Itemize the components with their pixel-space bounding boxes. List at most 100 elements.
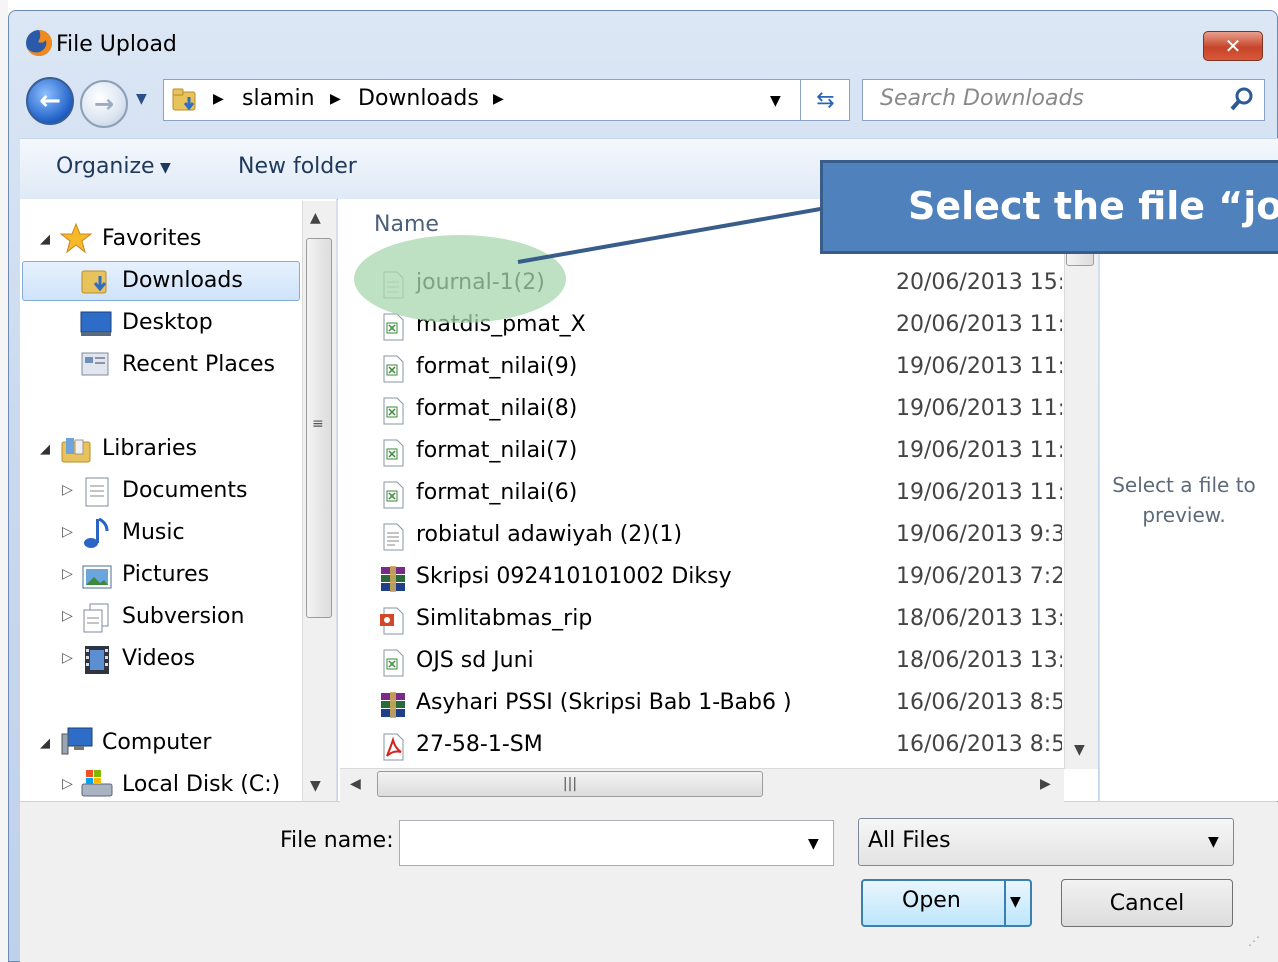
breadcrumb-separator[interactable]: ▶	[213, 91, 224, 107]
file-row-name[interactable]: format_nilai(6)	[416, 480, 577, 505]
chevron-down-icon[interactable]: ▼	[160, 160, 171, 176]
recent-places-icon	[81, 352, 109, 376]
file-row-name[interactable]: format_nilai(9)	[416, 354, 577, 379]
back-arrow-icon: ←	[39, 86, 61, 116]
file-row-name[interactable]: format_nilai(8)	[416, 396, 577, 421]
nav-documents[interactable]: Documents	[122, 478, 247, 503]
back-button[interactable]: ←	[26, 77, 74, 125]
pdf-file-icon	[378, 732, 408, 762]
file-row-date[interactable]: 20/06/2013 15:5	[896, 270, 1062, 295]
videos-icon	[85, 646, 109, 674]
pictures-icon	[82, 565, 112, 589]
file-row-date[interactable]: 19/06/2013 9:37	[896, 522, 1062, 547]
file-row-name[interactable]: Asyhari PSSI (Skripsi Bab 1-Bab6 )	[416, 690, 792, 715]
open-options-dropdown[interactable]: ▼	[1010, 894, 1021, 910]
file-row-date[interactable]: 16/06/2013 8:54	[896, 732, 1062, 757]
background-edge	[0, 0, 8, 962]
scroll-left-arrow[interactable]: ◀	[350, 776, 361, 792]
excel-file-icon	[378, 480, 408, 510]
scroll-right-arrow[interactable]: ▶	[1040, 776, 1051, 792]
excel-file-icon	[378, 354, 408, 384]
star-icon	[60, 222, 92, 254]
expand-music-toggle[interactable]: ▷	[62, 524, 73, 540]
file-list-vertical-scrollbar[interactable]	[1064, 199, 1098, 769]
breadcrumb-separator[interactable]: ▶	[493, 91, 504, 107]
scroll-up-arrow[interactable]: ▲	[310, 210, 321, 226]
resize-grip-icon[interactable]: ⋰	[1248, 934, 1260, 948]
column-header-name[interactable]: Name	[374, 212, 439, 237]
file-row-name[interactable]: robiatul adawiyah (2)(1)	[416, 522, 682, 547]
close-button[interactable]: ✕	[1203, 31, 1263, 61]
expand-libraries-toggle[interactable]: ◢	[40, 442, 50, 457]
documents-icon	[85, 477, 109, 507]
expand-documents-toggle[interactable]: ▷	[62, 482, 73, 498]
local-disk-icon	[81, 770, 113, 797]
recent-pages-dropdown[interactable]: ▼	[136, 91, 147, 107]
grip-icon: ≡	[312, 416, 324, 432]
document-file-icon	[378, 522, 408, 552]
file-row-date[interactable]: 20/06/2013 11:4	[896, 312, 1062, 337]
expand-pictures-toggle[interactable]: ▷	[62, 566, 73, 582]
nav-downloads[interactable]: Downloads	[122, 268, 243, 293]
file-name-dropdown[interactable]: ▼	[808, 836, 819, 852]
breadcrumb-slamin[interactable]: slamin	[242, 86, 315, 111]
expand-local-disk-toggle[interactable]: ▷	[62, 776, 73, 792]
close-icon: ✕	[1224, 34, 1242, 58]
file-row-date[interactable]: 19/06/2013 11:0	[896, 354, 1062, 379]
file-row-name[interactable]: format_nilai(7)	[416, 438, 577, 463]
refresh-icon: ⇆	[816, 87, 835, 113]
nav-music[interactable]: Music	[122, 520, 185, 545]
file-row-name[interactable]: Skripsi 092410101002 Diksy	[416, 564, 732, 589]
file-row-date[interactable]: 19/06/2013 11:0	[896, 438, 1062, 463]
file-highlight-ellipse	[354, 235, 566, 323]
nav-pictures[interactable]: Pictures	[122, 562, 209, 587]
search-icon[interactable]	[1229, 86, 1255, 112]
breadcrumb-downloads[interactable]: Downloads	[358, 86, 479, 111]
expand-computer-toggle[interactable]: ◢	[40, 736, 50, 751]
chevron-down-icon[interactable]: ▼	[1208, 834, 1219, 850]
file-row-name[interactable]: 27-58-1-SM	[416, 732, 543, 757]
breadcrumb-separator[interactable]: ▶	[330, 91, 341, 107]
refresh-button[interactable]: ⇆	[800, 79, 850, 121]
file-row-date[interactable]: 19/06/2013 11:0	[896, 396, 1062, 421]
music-icon	[84, 517, 109, 548]
file-row-name[interactable]: OJS sd Juni	[416, 648, 534, 673]
file-name-input[interactable]	[399, 820, 834, 866]
address-dropdown[interactable]: ▼	[770, 93, 781, 109]
organize-menu[interactable]: Organize	[56, 154, 155, 179]
presentation-file-icon	[378, 606, 408, 636]
expand-videos-toggle[interactable]: ▷	[62, 650, 73, 666]
nav-videos[interactable]: Videos	[122, 646, 195, 671]
new-folder-button[interactable]: New folder	[238, 154, 357, 179]
computer-icon	[61, 727, 93, 755]
horizontal-scroll-thumb[interactable]: |||	[377, 771, 763, 797]
file-row-date[interactable]: 18/06/2013 13:5	[896, 648, 1062, 673]
nav-recent-places[interactable]: Recent Places	[122, 352, 275, 377]
nav-subversion[interactable]: Subversion	[122, 604, 244, 629]
nav-desktop[interactable]: Desktop	[122, 310, 213, 335]
open-button-label[interactable]: Open	[902, 888, 961, 913]
file-row-name[interactable]: Simlitabmas_rip	[416, 606, 592, 631]
expand-favorites-toggle[interactable]: ◢	[40, 232, 50, 247]
nav-favorites[interactable]: Favorites	[102, 226, 201, 251]
downloads-folder-icon	[81, 270, 107, 294]
excel-file-icon	[378, 438, 408, 468]
libraries-icon	[61, 438, 91, 463]
file-row-date[interactable]: 19/06/2013 7:29	[896, 564, 1062, 589]
downloads-folder-icon	[172, 88, 196, 111]
forward-button[interactable]: →	[80, 80, 128, 128]
file-row-date[interactable]: 18/06/2013 13:5	[896, 606, 1062, 631]
nav-computer[interactable]: Computer	[102, 730, 211, 755]
scroll-down-arrow[interactable]: ▼	[1074, 742, 1085, 758]
cancel-button[interactable]: Cancel	[1061, 879, 1233, 927]
file-row-date[interactable]: 19/06/2013 11:0	[896, 480, 1062, 505]
file-type-value: All Files	[868, 828, 951, 853]
scroll-down-arrow[interactable]: ▼	[310, 778, 321, 794]
expand-subversion-toggle[interactable]: ▷	[62, 608, 73, 624]
preview-message: Select a file to preview.	[1112, 473, 1256, 527]
nav-local-disk[interactable]: Local Disk (C:)	[122, 772, 280, 797]
desktop-icon	[80, 311, 112, 336]
file-row-date[interactable]: 16/06/2013 8:54	[896, 690, 1062, 715]
nav-libraries[interactable]: Libraries	[102, 436, 197, 461]
instruction-callout-text: Select the file “jou	[908, 184, 1278, 228]
